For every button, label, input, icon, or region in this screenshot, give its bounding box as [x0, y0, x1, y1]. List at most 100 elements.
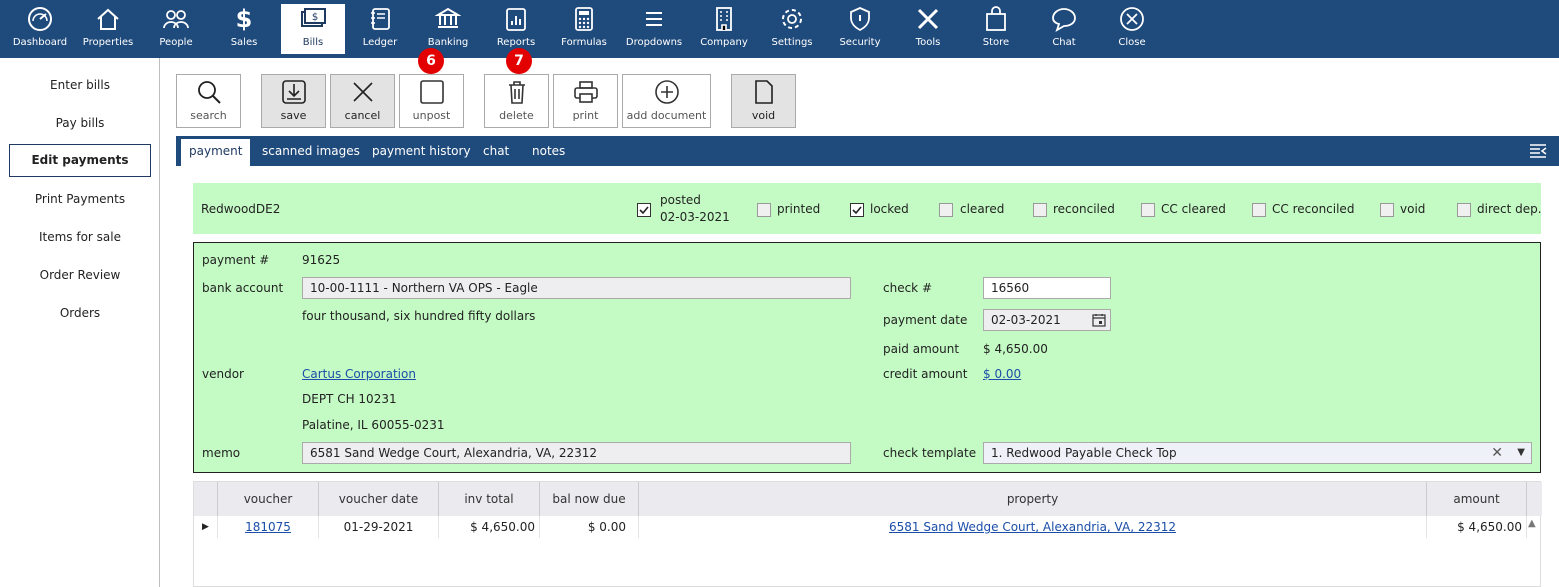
nav-security[interactable]: Security — [834, 4, 886, 54]
panel-collapse-icon[interactable] — [1528, 143, 1548, 159]
nav-store[interactable]: Store — [970, 4, 1022, 54]
payment-date-value: 02-03-2021 — [991, 313, 1061, 327]
nav-tools[interactable]: Tools — [902, 4, 954, 54]
tab-payment-history[interactable]: payment history — [364, 136, 479, 166]
col-amount[interactable]: amount — [1427, 482, 1527, 516]
nav-reports[interactable]: Reports — [490, 4, 542, 54]
nav-bills[interactable]: $ Bills — [281, 4, 345, 54]
cc-cleared-label: CC cleared — [1161, 202, 1226, 216]
save-button[interactable]: save — [261, 74, 326, 128]
nav-label: Formulas — [561, 37, 607, 48]
cleared-label: cleared — [960, 202, 1005, 216]
calendar-icon[interactable] — [1092, 313, 1106, 327]
nav-label: Banking — [427, 37, 469, 48]
check-template-label: check template — [883, 446, 977, 460]
x-icon — [352, 82, 373, 102]
nav-banking[interactable]: Banking — [420, 4, 476, 54]
chat-icon — [1052, 8, 1076, 32]
check-template-select[interactable]: 1. Redwood Payable Check Top ✕ ▼ — [983, 442, 1532, 464]
tab-scanned-images[interactable]: scanned images — [254, 136, 368, 166]
nav-properties[interactable]: Properties — [80, 4, 136, 54]
bank-account-field[interactable]: 10-00-1111 - Northern VA OPS - Eagle — [302, 277, 851, 299]
sidebar-item-edit-payments[interactable]: Edit payments — [9, 144, 151, 177]
credit-amount-link[interactable]: $ 0.00 — [983, 367, 1021, 381]
nav-people[interactable]: People — [150, 4, 202, 54]
nav-formulas[interactable]: Formulas — [558, 4, 610, 54]
add-document-button[interactable]: add document — [622, 74, 711, 128]
locked-checkbox[interactable] — [850, 203, 864, 217]
col-voucher-date[interactable]: voucher date — [319, 482, 439, 516]
chevron-down-icon[interactable]: ▼ — [1517, 443, 1525, 463]
sidebar-item-pay-bills[interactable]: Pay bills — [0, 116, 160, 130]
sidebar-item-orders[interactable]: Orders — [0, 306, 160, 320]
direct-dep-label: direct dep. — [1477, 202, 1542, 216]
memo-field[interactable]: 6581 Sand Wedge Court, Alexandria, VA, 2… — [302, 442, 851, 464]
col-voucher[interactable]: voucher — [218, 482, 319, 516]
ledger-icon — [371, 8, 390, 30]
row-expand-icon[interactable]: ▶ — [194, 516, 218, 538]
status-bar: RedwoodDE2 posted 02-03-2021 printed loc… — [193, 183, 1542, 234]
nav-dropdowns[interactable]: Dropdowns — [624, 4, 684, 54]
tab-notes[interactable]: notes — [524, 136, 573, 166]
nav-dashboard[interactable]: Dashboard — [10, 4, 70, 54]
clear-icon[interactable]: ✕ — [1491, 443, 1503, 463]
bills-icon: $ — [301, 8, 326, 27]
nav-settings[interactable]: Settings — [766, 4, 818, 54]
reconciled-label: reconciled — [1053, 202, 1115, 216]
cc-reconciled-checkbox[interactable] — [1252, 203, 1266, 217]
sidebar: Enter bills Pay bills Edit payments Prin… — [0, 58, 160, 587]
sidebar-item-items-for-sale[interactable]: Items for sale — [0, 230, 160, 244]
nav-chat[interactable]: Chat — [1038, 4, 1090, 54]
scrollbar-up-icon[interactable]: ▲ — [1528, 518, 1536, 529]
unpost-button[interactable]: unpost — [399, 74, 464, 128]
void-button[interactable]: void — [731, 74, 796, 128]
nav-label: Tools — [915, 37, 941, 48]
printed-checkbox[interactable] — [757, 203, 771, 217]
posted-date: 02-03-2021 — [660, 210, 730, 224]
print-button[interactable]: print — [553, 74, 618, 128]
printed-label: printed — [777, 202, 821, 216]
nav-label: Company — [700, 37, 748, 48]
svg-text:$: $ — [312, 12, 318, 23]
payment-date-input[interactable]: 02-03-2021 — [983, 309, 1111, 331]
vendor-link[interactable]: Cartus Corporation — [302, 367, 416, 381]
void-label: void — [1400, 202, 1426, 216]
cleared-checkbox[interactable] — [939, 203, 953, 217]
search-icon — [197, 81, 221, 104]
cancel-button[interactable]: cancel — [330, 74, 395, 128]
unpost-button-label: unpost — [412, 109, 451, 122]
tab-chat[interactable]: chat — [475, 136, 517, 166]
sidebar-item-order-review[interactable]: Order Review — [0, 268, 160, 282]
col-bal-now-due[interactable]: bal now due — [540, 482, 639, 516]
posted-checkbox[interactable] — [637, 203, 651, 217]
nav-close[interactable]: Close — [1106, 4, 1158, 54]
vendor-address-line-1: DEPT CH 10231 — [302, 392, 397, 406]
col-property[interactable]: property — [639, 482, 1427, 516]
nav-label: Store — [982, 37, 1010, 48]
nav-ledger[interactable]: Ledger — [354, 4, 406, 54]
check-number-input[interactable]: 16560 — [983, 277, 1111, 299]
property-link[interactable]: 6581 Sand Wedge Court, Alexandria, VA, 2… — [889, 520, 1176, 534]
save-button-label: save — [280, 109, 307, 122]
col-inv-total[interactable]: inv total — [439, 482, 540, 516]
search-button[interactable]: search — [176, 74, 241, 128]
void-checkbox[interactable] — [1380, 203, 1394, 217]
sidebar-item-enter-bills[interactable]: Enter bills — [0, 78, 160, 92]
paid-amount: $ 4,650.00 — [983, 342, 1048, 356]
save-icon — [281, 80, 306, 104]
grid-header-spacer — [194, 482, 218, 516]
delete-button[interactable]: delete — [484, 74, 549, 128]
tab-payment[interactable]: payment — [181, 139, 251, 166]
nav-company[interactable]: Company — [696, 4, 752, 54]
sidebar-item-print-payments[interactable]: Print Payments — [0, 192, 160, 206]
cell-voucher-date: 01-29-2021 — [319, 516, 439, 538]
reconciled-checkbox[interactable] — [1033, 203, 1047, 217]
plus-circle-icon — [654, 80, 679, 104]
direct-dep-checkbox[interactable] — [1457, 203, 1471, 217]
cc-cleared-checkbox[interactable] — [1141, 203, 1155, 217]
print-button-label: print — [572, 109, 599, 122]
nav-sales[interactable]: $ Sales — [218, 4, 270, 54]
delete-button-label: delete — [499, 109, 534, 122]
nav-label: Chat — [1052, 37, 1076, 48]
voucher-link[interactable]: 181075 — [245, 520, 291, 534]
